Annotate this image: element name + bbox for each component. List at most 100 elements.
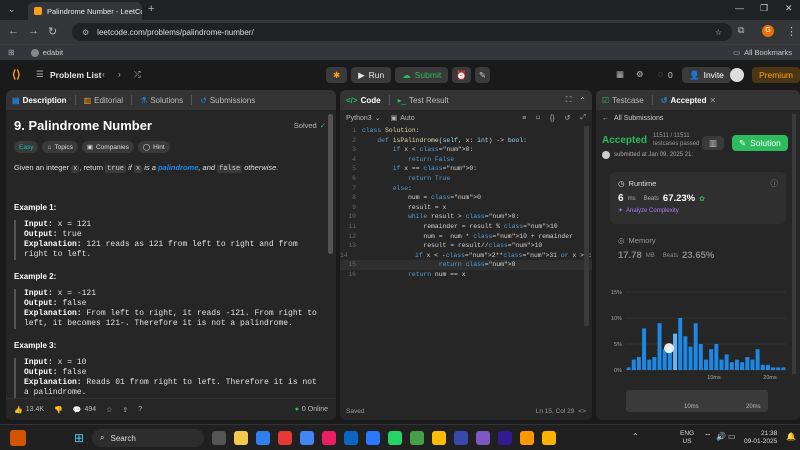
tab-search-icon[interactable]: ⌄ <box>8 4 16 15</box>
language-indicator[interactable]: ENG US <box>680 430 694 446</box>
thumbs-down-icon[interactable]: 👎 <box>54 406 63 414</box>
expand-icon[interactable]: ⛶ <box>566 95 572 105</box>
brackets-icon[interactable]: <> <box>578 408 586 415</box>
back-icon[interactable]: ← <box>8 25 19 37</box>
runtime-distribution-chart[interactable]: 15% 10% 5% 0% 10ms 20ms <box>600 286 796 386</box>
code-line[interactable]: 8 num = class="num">0 <box>340 193 592 203</box>
new-tab-icon[interactable]: + <box>148 3 154 15</box>
topics-tag[interactable]: ⌂ Topics <box>42 141 78 153</box>
leetcode-logo-icon[interactable]: ⟨⟩ <box>12 68 21 81</box>
palindrome-link[interactable]: palindrome <box>158 163 198 172</box>
difficulty-tag[interactable]: Easy <box>14 141 39 153</box>
code-line[interactable]: 15 return class="num">0 <box>340 260 592 270</box>
star-icon[interactable]: ☆ <box>106 406 112 414</box>
notes-icon[interactable]: ✎ <box>474 67 490 83</box>
bookmark-edabit[interactable]: edabit <box>30 48 63 57</box>
bookmark-icon[interactable]: ⌑ <box>536 114 540 122</box>
code-line[interactable]: 12 num = num * class="num">10 + remainde… <box>340 232 592 242</box>
auto-toggle[interactable]: ▣ Auto <box>391 114 415 123</box>
tab-test-result[interactable]: ▸_ Test Result <box>398 96 449 105</box>
like-button[interactable]: 👍 13.4K <box>14 406 44 414</box>
fullscreen-icon[interactable]: ⤢ <box>580 114 586 122</box>
store-icon[interactable] <box>300 431 314 445</box>
all-bookmarks[interactable]: ▭ All Bookmarks <box>733 48 792 57</box>
app-icon[interactable] <box>476 431 490 445</box>
clock[interactable]: 21:38 09-01-2025 <box>744 430 777 446</box>
invite-button[interactable]: 👤 Invite <box>682 67 731 83</box>
instagram-icon[interactable] <box>322 431 336 445</box>
code-line[interactable]: 6 return True <box>340 174 592 184</box>
code-line[interactable]: 2 def isPalindrome(self, x: int) -> bool… <box>340 136 592 146</box>
tab-accepted[interactable]: ↺ Accepted ✕ <box>661 96 716 105</box>
vscode-icon[interactable] <box>366 431 380 445</box>
chrome-icon[interactable] <box>432 431 446 445</box>
runtime-card[interactable]: ◷ Runtime ⓘ 6 ms Beats 67.23% ✿ ✦ Analyz… <box>610 172 786 224</box>
task-view-icon[interactable] <box>212 431 226 445</box>
reset-icon[interactable]: ↺ <box>565 114 571 122</box>
code-line[interactable]: 13 result = result//class="num">10 <box>340 241 592 251</box>
next-problem-icon[interactable]: › <box>118 69 121 79</box>
problem-list-link[interactable]: Problem List <box>50 70 101 80</box>
reload-icon[interactable]: ↻ <box>48 25 57 38</box>
debug-icon[interactable]: ✱ <box>326 67 348 83</box>
code-line[interactable]: 10 while result > class="num">0: <box>340 212 592 222</box>
edge-icon[interactable] <box>256 431 270 445</box>
run-button[interactable]: ▶ Run <box>351 67 392 83</box>
code-line[interactable]: 11 remainder = result % class="num">10 <box>340 222 592 232</box>
layout-icon[interactable]: ▦ <box>616 69 624 80</box>
submit-button[interactable]: ☁ Submit <box>395 67 449 83</box>
url-input[interactable]: ⚙ leetcode.com/problems/palindrome-numbe… <box>72 23 732 41</box>
photos-icon[interactable] <box>542 431 556 445</box>
info-icon[interactable]: ⓘ <box>771 178 779 189</box>
browser-tab[interactable]: Palindrome Number - LeetCode ✕ <box>28 2 142 20</box>
xbox-icon[interactable] <box>410 431 424 445</box>
wifi-icon[interactable]: ⌔ <box>704 432 712 442</box>
memory-section[interactable]: ◎ Memory 17.78 MB Beats 23.65% <box>618 236 788 261</box>
timer-icon[interactable]: ⏰ <box>452 67 471 83</box>
code-line[interactable]: 9 result = x <box>340 203 592 213</box>
tab-testcase[interactable]: ☑ Testcase <box>602 96 644 105</box>
notifications-icon[interactable]: 🔔 <box>786 432 796 441</box>
settings-gear-icon[interactable]: ⚙ <box>636 69 644 80</box>
menu-kebab-icon[interactable]: ⋮ <box>786 25 797 38</box>
all-submissions-link[interactable]: ← All Submissions <box>596 110 800 127</box>
linkedin-icon[interactable] <box>344 431 358 445</box>
vlc-icon[interactable] <box>520 431 534 445</box>
shuffle-icon[interactable]: ⤮ <box>134 69 141 80</box>
whatsapp-icon[interactable] <box>388 431 402 445</box>
tab-solutions[interactable]: ⚗ Solutions <box>140 96 183 105</box>
user-avatar[interactable] <box>730 68 744 82</box>
windows-start-icon[interactable]: ⊞ <box>74 431 84 445</box>
analyze-complexity-link[interactable]: ✦ Analyze Complexity <box>610 204 786 215</box>
taskbar-search[interactable]: ⌕ Search <box>92 429 204 447</box>
profile-avatar[interactable]: G <box>762 25 774 37</box>
language-select[interactable]: Python3 ⌄ <box>346 114 381 123</box>
companies-tag[interactable]: ▣ Companies <box>81 141 134 153</box>
code-line[interactable]: 4 return False <box>340 155 592 165</box>
collapse-icon[interactable]: ⌃ <box>579 96 586 105</box>
comments-button[interactable]: 💬 494 <box>73 406 96 414</box>
tab-description[interactable]: ▤ Description <box>12 96 67 105</box>
share-icon[interactable]: ⇪ <box>122 406 128 414</box>
submission-scrollbar[interactable] <box>792 114 796 374</box>
chevron-up-icon[interactable]: ⌃ <box>632 432 639 441</box>
copilot-icon[interactable] <box>454 431 468 445</box>
close-window-icon[interactable]: ✕ <box>785 3 793 14</box>
tab-editorial[interactable]: ▥ Editorial <box>84 96 123 105</box>
code-line[interactable]: 7 else: <box>340 184 592 194</box>
code-line[interactable]: 14 if x < -class="num">2**class="num">31… <box>340 251 592 261</box>
code-line[interactable]: 16 return num == x <box>340 270 592 280</box>
maximize-icon[interactable]: ❐ <box>760 3 768 14</box>
minimize-icon[interactable]: — <box>735 3 744 13</box>
volume-icon[interactable]: 🔊 <box>716 432 726 441</box>
format-icon[interactable]: ≡ <box>522 115 526 122</box>
extensions-icon[interactable]: ⧉ <box>738 25 744 36</box>
weather-widget-icon[interactable] <box>10 430 26 446</box>
apps-grid-icon[interactable]: ⊞ <box>8 48 15 57</box>
tab-close-icon[interactable]: ✕ <box>709 96 716 105</box>
battery-icon[interactable]: ▭ <box>728 432 736 441</box>
premium-button[interactable]: Premium <box>752 67 800 83</box>
youtube-icon[interactable] <box>278 431 292 445</box>
help-icon[interactable]: ? <box>138 406 142 413</box>
tab-submissions[interactable]: ↺ Submissions <box>200 96 255 105</box>
